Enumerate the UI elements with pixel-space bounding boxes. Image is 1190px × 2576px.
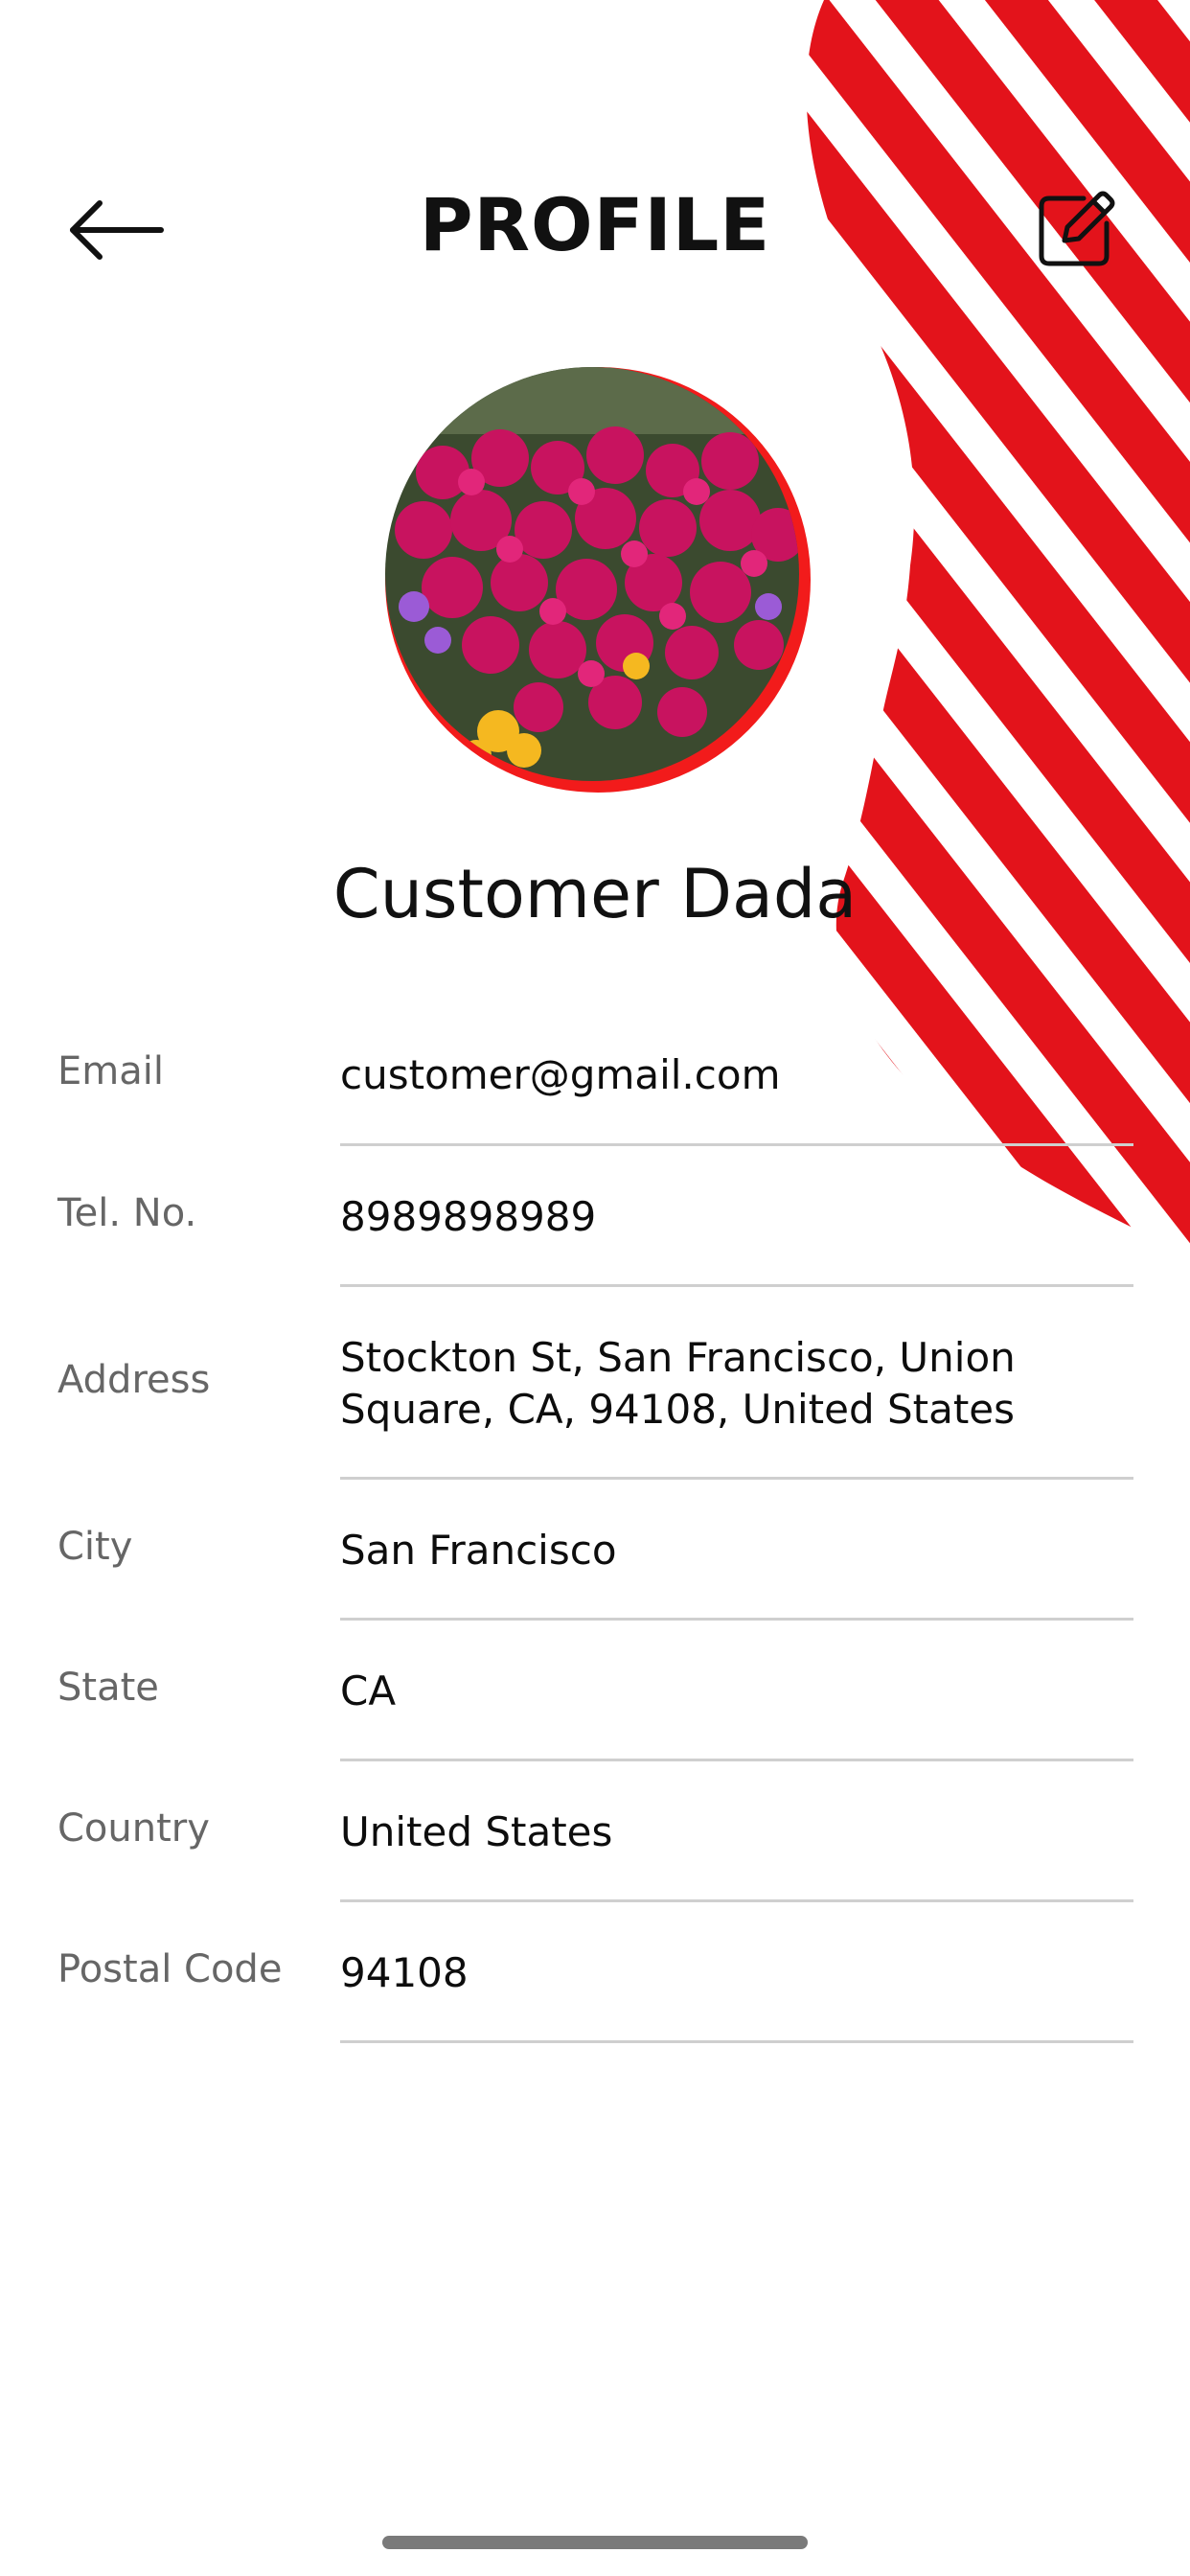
field-label-state: State [57,1666,159,1710]
field-divider [340,1759,1133,1761]
edit-square-icon [1039,191,1115,266]
field-divider [340,1477,1133,1480]
field-divider [340,1899,1133,1902]
edit-profile-button[interactable] [1023,176,1129,282]
field-label-phone: Tel. No. [57,1191,197,1235]
field-label-postal-code: Postal Code [57,1947,283,1991]
page-title: PROFILE [419,182,771,267]
field-label-country: Country [57,1806,210,1851]
avatar[interactable] [385,367,799,781]
field-value-postal-code: 94108 [340,1949,469,1996]
field-label-email: Email [57,1049,164,1093]
field-value-phone: 8989898989 [340,1193,597,1240]
field-value-city: San Francisco [340,1527,617,1574]
field-label-address: Address [57,1358,211,1402]
field-value-address: Stockton St, San Francisco, Union Square… [340,1334,1016,1433]
field-label-city: City [57,1525,133,1569]
home-indicator[interactable] [382,2536,808,2549]
field-value-email: customer@gmail.com [340,1051,781,1098]
field-divider [340,1284,1133,1287]
profile-name: Customer Dada [332,855,858,933]
field-divider [340,1143,1133,1146]
field-value-country: United States [340,1808,613,1855]
field-divider [340,1618,1133,1621]
field-value-state: CA [340,1668,397,1714]
field-divider [340,2040,1133,2043]
avatar-photo-flowers [385,367,799,781]
